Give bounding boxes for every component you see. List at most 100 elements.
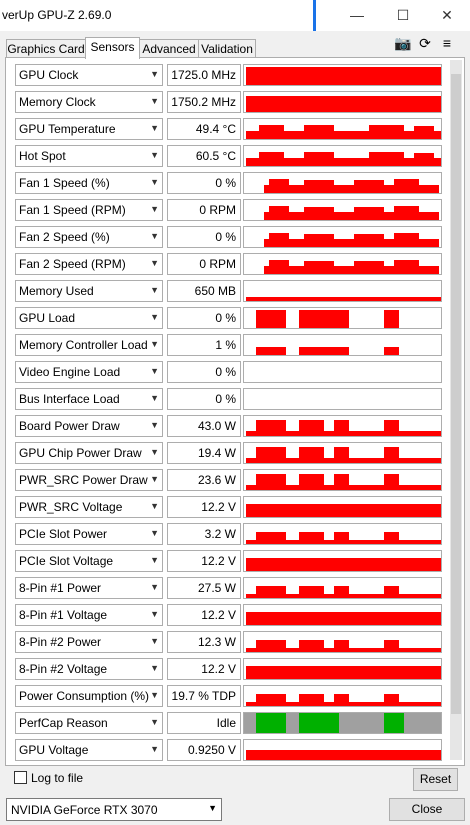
sensor-name: GPU Temperature <box>19 122 116 136</box>
sensor-name-dropdown[interactable]: GPU Temperature ▼ <box>15 118 163 140</box>
sensor-name-dropdown[interactable]: GPU Clock ▼ <box>15 64 163 86</box>
sensor-name-dropdown[interactable]: GPU Load ▼ <box>15 307 163 329</box>
sensor-name-dropdown[interactable]: Memory Used ▼ <box>15 280 163 302</box>
sensor-graph <box>243 577 442 599</box>
sensor-value-text: 12.2 V <box>201 554 236 568</box>
sensor-name-dropdown[interactable]: GPU Voltage ▼ <box>15 739 163 761</box>
sensor-value-text: 12.2 V <box>201 608 236 622</box>
close-button[interactable]: Close <box>389 798 465 821</box>
sensor-graph-plot <box>246 67 441 85</box>
sensor-name: Fan 2 Speed (RPM) <box>19 257 126 271</box>
chevron-down-icon: ▼ <box>150 204 159 214</box>
sensor-graph-plot <box>246 474 441 490</box>
checkbox-box[interactable] <box>14 771 27 784</box>
sensor-name-dropdown[interactable]: Memory Controller Load ▼ <box>15 334 163 356</box>
sensor-graph-plot <box>246 447 441 463</box>
tab-sensors[interactable]: Sensors <box>85 37 140 59</box>
sensor-name: 8-Pin #2 Voltage <box>19 662 108 676</box>
sensor-name-dropdown[interactable]: Fan 1 Speed (%) ▼ <box>15 172 163 194</box>
sensor-value-text: 3.2 W <box>204 527 236 541</box>
sensor-name: Bus Interface Load <box>19 392 120 406</box>
sensor-graph-plot <box>244 362 441 382</box>
sensor-value: 12.2 V <box>167 658 241 680</box>
sensor-value: 12.2 V <box>167 604 241 626</box>
chevron-down-icon: ▼ <box>150 609 159 619</box>
sensor-name: 8-Pin #1 Voltage <box>19 608 108 622</box>
sensor-name-dropdown[interactable]: Video Engine Load ▼ <box>15 361 163 383</box>
sensor-name-dropdown[interactable]: 8-Pin #1 Voltage ▼ <box>15 604 163 626</box>
sensor-graph-plot <box>244 389 441 409</box>
scrollbar[interactable] <box>450 60 462 760</box>
sensor-graph <box>243 307 442 329</box>
refresh-icon[interactable]: ⟳ <box>414 35 436 52</box>
sensor-name: PerfCap Reason <box>19 716 108 730</box>
sensor-graph <box>243 415 442 437</box>
sensor-name-dropdown[interactable]: 8-Pin #2 Voltage ▼ <box>15 658 163 680</box>
sensor-name-dropdown[interactable]: Bus Interface Load ▼ <box>15 388 163 410</box>
title-bar: verUp GPU-Z 2.69.0 — ☐ ✕ <box>0 0 470 31</box>
chevron-down-icon: ▼ <box>150 123 159 133</box>
sensor-graph-plot <box>246 586 441 598</box>
sensor-name-dropdown[interactable]: Memory Clock ▼ <box>15 91 163 113</box>
chevron-down-icon: ▼ <box>150 150 159 160</box>
sensor-name-dropdown[interactable]: PCIe Slot Voltage ▼ <box>15 550 163 572</box>
sensor-graph-plot <box>246 297 441 301</box>
camera-icon[interactable]: 📷 <box>392 35 414 52</box>
sensor-name: Fan 1 Speed (RPM) <box>19 203 126 217</box>
tab-validation[interactable]: Validation <box>198 39 256 58</box>
chevron-down-icon: ▼ <box>150 474 159 484</box>
sensor-name-dropdown[interactable]: PCIe Slot Power ▼ <box>15 523 163 545</box>
sensor-name: PWR_SRC Power Draw <box>19 473 148 487</box>
sensor-value-text: 1 % <box>215 338 236 352</box>
sensor-graph-plot <box>264 179 439 193</box>
minimize-button[interactable]: — <box>334 0 380 31</box>
gpu-select[interactable]: NVIDIA GeForce RTX 3070 ▼ <box>6 798 222 821</box>
sensor-graph <box>243 172 442 194</box>
sensor-value-text: 0 % <box>215 365 236 379</box>
sensor-name-dropdown[interactable]: PWR_SRC Voltage ▼ <box>15 496 163 518</box>
chevron-down-icon: ▼ <box>150 636 159 646</box>
chevron-down-icon: ▼ <box>150 420 159 430</box>
sensor-graph <box>243 226 442 248</box>
sensor-name-dropdown[interactable]: Board Power Draw ▼ <box>15 415 163 437</box>
sensor-name-dropdown[interactable]: 8-Pin #1 Power ▼ <box>15 577 163 599</box>
chevron-down-icon: ▼ <box>150 663 159 673</box>
sensor-graph <box>243 334 442 356</box>
sensor-row: 8-Pin #2 Voltage ▼ 12.2 V <box>6 658 446 680</box>
tab-graphics-card[interactable]: Graphics Card <box>6 39 86 58</box>
close-window-button[interactable]: ✕ <box>424 0 470 31</box>
sensor-graph <box>243 253 442 275</box>
sensor-name-dropdown[interactable]: Hot Spot ▼ <box>15 145 163 167</box>
sensor-name-dropdown[interactable]: PerfCap Reason ▼ <box>15 712 163 734</box>
chevron-down-icon: ▼ <box>150 366 159 376</box>
sensor-row: Memory Controller Load ▼ 1 % <box>6 334 446 356</box>
sensor-name-dropdown[interactable]: Fan 2 Speed (%) ▼ <box>15 226 163 248</box>
sensor-name: PCIe Slot Voltage <box>19 554 114 568</box>
scrollbar-thumb[interactable] <box>451 74 461 714</box>
sensor-graph-plot <box>246 96 441 112</box>
sensor-name-dropdown[interactable]: Fan 2 Speed (RPM) ▼ <box>15 253 163 275</box>
sensor-value: 0 RPM <box>167 253 241 275</box>
reset-button[interactable]: Reset <box>413 768 458 791</box>
sensor-graph-plot <box>246 420 441 436</box>
sensor-value: 0 % <box>167 388 241 410</box>
sensor-name-dropdown[interactable]: GPU Chip Power Draw ▼ <box>15 442 163 464</box>
sensor-row: GPU Temperature ▼ 49.4 °C <box>6 118 446 140</box>
menu-icon[interactable]: ≡ <box>436 35 458 51</box>
sensor-graph <box>243 523 442 545</box>
sensor-name-dropdown[interactable]: Power Consumption (%) ▼ <box>15 685 163 707</box>
chevron-down-icon: ▼ <box>150 339 159 349</box>
sensor-name: Fan 2 Speed (%) <box>19 230 110 244</box>
sensor-name-dropdown[interactable]: PWR_SRC Power Draw ▼ <box>15 469 163 491</box>
sensor-name-dropdown[interactable]: 8-Pin #2 Power ▼ <box>15 631 163 653</box>
sensor-name: PCIe Slot Power <box>19 527 108 541</box>
chevron-down-icon: ▼ <box>150 177 159 187</box>
sensor-row: GPU Load ▼ 0 % <box>6 307 446 329</box>
tab-advanced[interactable]: Advanced <box>139 39 199 58</box>
chevron-down-icon: ▼ <box>150 528 159 538</box>
sensor-graph <box>243 496 442 518</box>
sensor-name-dropdown[interactable]: Fan 1 Speed (RPM) ▼ <box>15 199 163 221</box>
sensor-value-text: 0 % <box>215 176 236 190</box>
sensor-value: 19.7 % TDP <box>167 685 241 707</box>
maximize-button[interactable]: ☐ <box>380 0 426 31</box>
